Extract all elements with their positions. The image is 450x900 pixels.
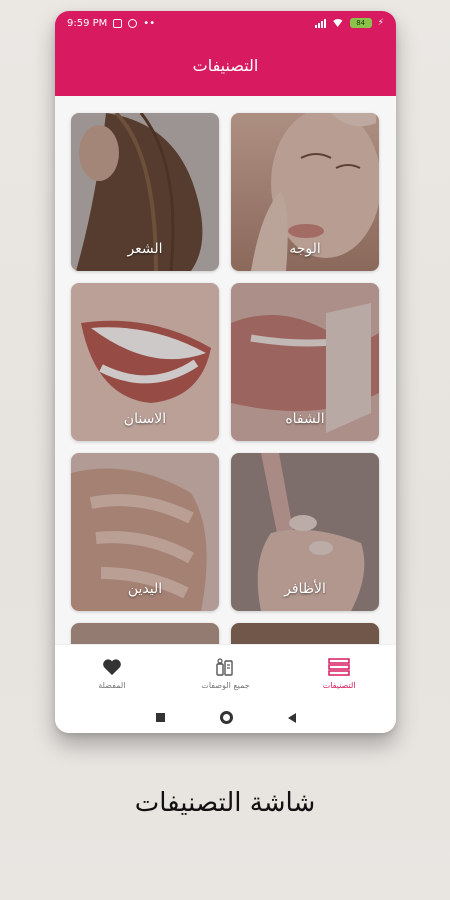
category-label: الوجه xyxy=(289,241,321,257)
category-label: الشفاه xyxy=(285,411,325,427)
category-card-hands[interactable]: اليدين xyxy=(71,453,219,611)
category-card-face[interactable]: الوجه xyxy=(231,113,379,271)
categories-icon xyxy=(328,657,350,677)
screen-icon xyxy=(113,18,123,28)
battery-level: 84 xyxy=(356,19,366,27)
nav-all-recipes-label: جميع الوصفات xyxy=(201,681,250,690)
nav-categories-label: التصنيفات xyxy=(322,681,356,690)
nav-categories[interactable]: التصنيفات xyxy=(289,657,389,690)
status-bar: 9:59 PM •• 84 ⚡ xyxy=(55,11,396,35)
system-navigation-bar xyxy=(55,702,396,733)
category-label: الشعر xyxy=(127,241,163,257)
screen-caption: شاشة التصنيفات xyxy=(134,788,316,818)
heart-icon xyxy=(101,657,123,677)
category-label: الاسنان xyxy=(123,411,167,427)
nav-all-recipes[interactable]: جميع الوصفات xyxy=(175,657,275,690)
nav-favorites-label: المفضلة xyxy=(98,681,126,690)
categories-grid: الوجه الشعر الشفاه الاسنان الأظافر اليدي… xyxy=(55,96,396,644)
home-button[interactable] xyxy=(219,711,233,724)
category-card-teeth[interactable]: الاسنان xyxy=(71,283,219,441)
nav-favorites[interactable]: المفضلة xyxy=(62,657,162,690)
status-left: 9:59 PM •• xyxy=(67,18,155,29)
app-bar: التصنيفات xyxy=(55,35,396,96)
bottom-navigation: المفضلة جميع الوصفات التصنيفات xyxy=(55,644,396,702)
status-time: 9:59 PM xyxy=(67,17,108,29)
battery-icon: 84 xyxy=(349,18,372,28)
signal-icon xyxy=(314,18,326,28)
category-card-lips[interactable]: الشفاه xyxy=(231,283,379,441)
more-icon: •• xyxy=(143,17,156,29)
category-card-nails[interactable]: الأظافر xyxy=(231,453,379,611)
back-button[interactable] xyxy=(287,712,296,723)
page-title: التصنيفات xyxy=(192,56,259,75)
recipes-icon xyxy=(214,657,236,677)
status-right: 84 ⚡ xyxy=(314,18,384,28)
dnd-icon xyxy=(128,18,138,28)
phone-frame: 9:59 PM •• 84 ⚡ التصنيفات الوجه الشعر ال… xyxy=(55,11,396,733)
category-card-partial[interactable] xyxy=(231,623,379,644)
partial-image xyxy=(71,623,219,644)
partial-image xyxy=(231,623,379,644)
category-label: اليدين xyxy=(127,581,163,597)
charging-icon: ⚡ xyxy=(377,18,384,28)
category-card-partial[interactable] xyxy=(71,623,219,644)
category-label: الأظافر xyxy=(284,581,326,597)
recents-button[interactable] xyxy=(155,713,165,722)
wifi-icon xyxy=(331,19,344,27)
category-card-hair[interactable]: الشعر xyxy=(71,113,219,271)
